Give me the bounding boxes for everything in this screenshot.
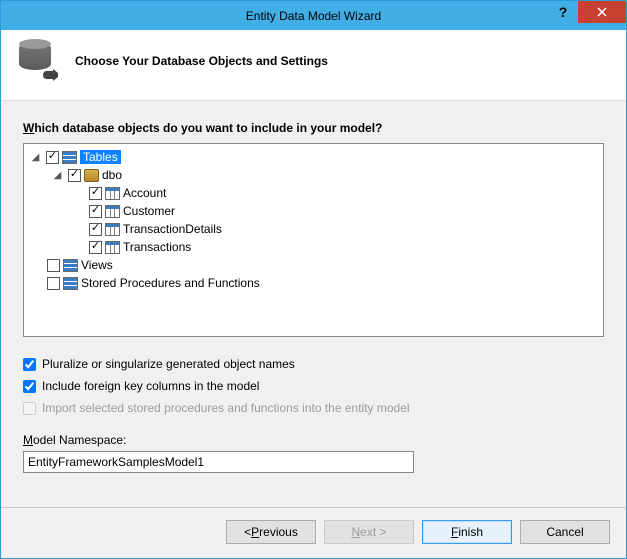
checkbox-table[interactable]	[89, 241, 102, 254]
tree-node-table[interactable]: TransactionDetails	[28, 220, 599, 238]
help-button[interactable]: ?	[548, 1, 578, 23]
option-import-sprocs: Import selected stored procedures and fu…	[23, 397, 604, 419]
cancel-button[interactable]: Cancel	[520, 520, 610, 544]
checkbox-pluralize[interactable]	[23, 358, 36, 371]
collapse-icon[interactable]: ◢	[30, 152, 41, 163]
tree-node-table[interactable]: Account	[28, 184, 599, 202]
window-title: Entity Data Model Wizard	[1, 9, 626, 23]
tree-label: dbo	[102, 168, 122, 182]
tree-label: TransactionDetails	[123, 222, 222, 236]
next-button: Next >	[324, 520, 414, 544]
checkbox-tables[interactable]	[46, 151, 59, 164]
previous-button[interactable]: < Previous	[226, 520, 316, 544]
prompt-label: Which database objects do you want to in…	[23, 121, 604, 135]
option-pluralize[interactable]: Pluralize or singularize generated objec…	[23, 353, 604, 375]
tree-label: Stored Procedures and Functions	[81, 276, 260, 290]
namespace-input[interactable]	[23, 451, 414, 473]
tree-node-schema[interactable]: ◢ dbo	[28, 166, 599, 184]
checkbox-foreign-keys[interactable]	[23, 380, 36, 393]
finish-button[interactable]: Finish	[422, 520, 512, 544]
close-button[interactable]	[578, 1, 626, 23]
tree-node-tables[interactable]: ◢ Tables	[28, 148, 599, 166]
tree-node-views[interactable]: Views	[28, 256, 599, 274]
tree-label: Account	[123, 186, 166, 200]
tree-label: Views	[81, 258, 113, 272]
sprocs-category-icon	[63, 277, 78, 290]
checkbox-sprocs[interactable]	[47, 277, 60, 290]
content-area: Which database objects do you want to in…	[1, 101, 626, 507]
checkbox-table[interactable]	[89, 205, 102, 218]
tree-label: Transactions	[123, 240, 191, 254]
database-icon	[17, 40, 59, 82]
options-group: Pluralize or singularize generated objec…	[23, 353, 604, 419]
tree-node-table[interactable]: Customer	[28, 202, 599, 220]
checkbox-table[interactable]	[89, 223, 102, 236]
tables-category-icon	[62, 151, 77, 164]
table-icon	[105, 187, 120, 200]
titlebar[interactable]: Entity Data Model Wizard ?	[1, 1, 626, 30]
checkbox-import-sprocs	[23, 402, 36, 415]
table-icon	[105, 205, 120, 218]
table-icon	[105, 223, 120, 236]
header-title: Choose Your Database Objects and Setting…	[75, 54, 328, 68]
footer-buttons: < Previous Next > Finish Cancel	[1, 507, 626, 558]
wizard-header: Choose Your Database Objects and Setting…	[1, 30, 626, 101]
views-category-icon	[63, 259, 78, 272]
namespace-label: Model Namespace:	[23, 433, 604, 447]
checkbox-views[interactable]	[47, 259, 60, 272]
checkbox-table[interactable]	[89, 187, 102, 200]
collapse-icon[interactable]: ◢	[52, 170, 63, 181]
option-foreign-keys[interactable]: Include foreign key columns in the model	[23, 375, 604, 397]
objects-tree[interactable]: ◢ Tables ◢ dbo Account	[23, 143, 604, 337]
table-icon	[105, 241, 120, 254]
tree-node-sprocs[interactable]: Stored Procedures and Functions	[28, 274, 599, 292]
tree-node-table[interactable]: Transactions	[28, 238, 599, 256]
tree-label: Customer	[123, 204, 175, 218]
tree-label: Tables	[80, 150, 121, 164]
schema-icon	[84, 169, 99, 182]
wizard-window: Entity Data Model Wizard ? Choose Your D…	[0, 0, 627, 559]
checkbox-dbo[interactable]	[68, 169, 81, 182]
